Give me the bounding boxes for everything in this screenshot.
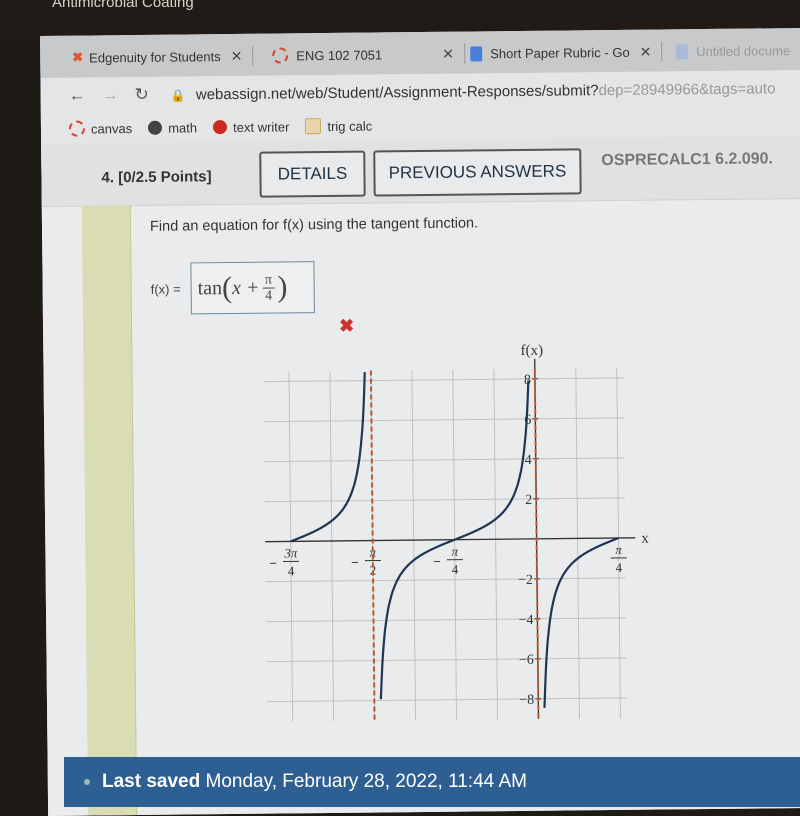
bookmark-text-writer[interactable]: text writer bbox=[213, 119, 289, 135]
question-prompt: Find an equation for f(x) using the tang… bbox=[150, 215, 478, 234]
tangent-graph: xf(x)−8−6−4−224683π4−π2−π4−π4 bbox=[223, 317, 668, 762]
question-content: 4. [0/2.5 Points] DETAILS PREVIOUS ANSWE… bbox=[41, 136, 800, 816]
close-icon[interactable]: ✕ bbox=[231, 47, 243, 64]
reload-icon[interactable]: ↻ bbox=[135, 85, 149, 105]
grid-line-horizontal bbox=[264, 418, 624, 422]
answer-input[interactable]: tan(x + π4) bbox=[190, 261, 315, 314]
x-tick-denominator: 4 bbox=[615, 560, 622, 575]
y-axis-label: f(x) bbox=[521, 343, 544, 359]
tab-separator bbox=[661, 41, 662, 61]
close-icon[interactable]: ✕ bbox=[442, 45, 454, 62]
globe-icon bbox=[148, 121, 162, 135]
tab-label: Edgenuity for Students bbox=[89, 49, 221, 65]
tab-separator bbox=[252, 46, 253, 66]
bookmark-label: trig calc bbox=[327, 118, 372, 133]
grid-line-horizontal bbox=[266, 578, 626, 582]
answer-row: f(x) = tan(x + π4) bbox=[150, 261, 315, 315]
previous-answers-button[interactable]: PREVIOUS ANSWERS bbox=[373, 148, 581, 196]
x-tick-numerator: π bbox=[451, 544, 458, 559]
canvas-icon bbox=[69, 121, 85, 137]
canvas-icon bbox=[272, 47, 288, 63]
answer-label: f(x) = bbox=[151, 281, 181, 296]
grid-line-horizontal bbox=[265, 498, 625, 502]
x-tick-minus: − bbox=[351, 555, 359, 570]
bookmark-label: math bbox=[168, 120, 197, 135]
google-docs-icon bbox=[676, 44, 688, 59]
x-axis-label: x bbox=[641, 531, 649, 547]
tab-edgenuity[interactable]: ✖ Edgenuity for Students ✕ bbox=[72, 44, 253, 70]
grid-line-vertical bbox=[576, 368, 580, 718]
bookmark-canvas[interactable]: canvas bbox=[69, 120, 132, 137]
y-tick-label: −2 bbox=[518, 573, 533, 588]
url-field[interactable]: 🔒 webassign.net/web/Student/Assignment-Re… bbox=[171, 80, 776, 103]
y-tick-label: −8 bbox=[519, 693, 534, 708]
details-button[interactable]: DETAILS bbox=[259, 151, 365, 198]
grid-line-vertical bbox=[330, 371, 334, 721]
fraction-denominator: 4 bbox=[265, 288, 272, 303]
grid-line-vertical bbox=[412, 370, 416, 720]
x-tick-denominator: 4 bbox=[288, 563, 295, 578]
question-code: OSPRECALC1 6.2.090. bbox=[601, 150, 773, 170]
x-tick-minus: − bbox=[269, 556, 277, 571]
grid-line-horizontal bbox=[267, 698, 627, 702]
x-tick-denominator: 4 bbox=[452, 562, 459, 577]
y-tick-label: −4 bbox=[518, 613, 533, 628]
url-params: dep=28949966&tags=auto bbox=[598, 80, 775, 99]
tab-untitled-document[interactable]: Untitled docume bbox=[676, 38, 790, 63]
last-saved-bar: Last saved Monday, February 28, 2022, 11… bbox=[64, 757, 800, 807]
close-icon[interactable]: ✕ bbox=[640, 43, 652, 60]
x-tick-minus: − bbox=[433, 554, 441, 569]
url-main: webassign.net/web/Student/Assignment-Res… bbox=[196, 82, 599, 103]
bookmark-label: canvas bbox=[91, 121, 132, 136]
question-number: 4. [0/2.5 Points] bbox=[101, 168, 211, 186]
tab-label: Short Paper Rubric - Go bbox=[490, 44, 630, 60]
status-dot bbox=[84, 779, 90, 785]
tangent-curve-branch bbox=[289, 372, 366, 541]
edgenuity-icon: ✖ bbox=[72, 50, 83, 66]
forward-icon[interactable]: → bbox=[102, 85, 119, 105]
tab-separator bbox=[464, 44, 465, 64]
calculator-icon bbox=[305, 118, 321, 134]
last-saved-label: Last saved bbox=[102, 771, 200, 793]
browser-window: ✖ Edgenuity for Students ✕ ENG 102 7051 … bbox=[40, 28, 800, 816]
bookmark-math[interactable]: math bbox=[148, 120, 197, 136]
x-tick-numerator: 3π bbox=[283, 545, 298, 560]
tab-eng102[interactable]: ENG 102 7051 ✕ bbox=[272, 42, 465, 68]
tab-short-paper-rubric[interactable]: Short Paper Rubric - Go ✕ bbox=[470, 39, 662, 65]
answer-x: x + bbox=[232, 276, 260, 299]
fraction-numerator: π bbox=[265, 272, 272, 287]
tangent-curve-branch bbox=[543, 538, 621, 708]
tab-label: Untitled docume bbox=[696, 43, 790, 59]
grid-line-horizontal bbox=[264, 458, 624, 462]
answer-fraction: π4 bbox=[262, 272, 274, 303]
question-header: 4. [0/2.5 Points] DETAILS PREVIOUS ANSWE… bbox=[41, 136, 800, 207]
grid-line-horizontal bbox=[267, 658, 627, 662]
red-circle-icon bbox=[213, 120, 227, 134]
tab-label: ENG 102 7051 bbox=[296, 47, 382, 63]
question-sidebar-strip bbox=[82, 205, 137, 815]
answer-tan: tan bbox=[198, 277, 223, 300]
grid-line-vertical bbox=[494, 369, 498, 719]
grid-line-horizontal bbox=[264, 378, 624, 382]
back-icon[interactable]: ← bbox=[69, 86, 86, 106]
last-saved-value: Monday, February 28, 2022, 11:44 AM bbox=[206, 771, 527, 793]
grid-line-horizontal bbox=[266, 618, 626, 622]
background-text: Antimicrobial Coating bbox=[52, 0, 194, 11]
y-tick-label: −6 bbox=[519, 653, 534, 668]
lock-icon: 🔒 bbox=[171, 88, 186, 102]
bookmark-label: text writer bbox=[233, 119, 289, 135]
paren-close: ) bbox=[277, 270, 287, 304]
bookmark-trig-calc[interactable]: trig calc bbox=[305, 118, 372, 135]
y-tick-label: 4 bbox=[525, 453, 532, 468]
google-docs-icon bbox=[470, 46, 482, 61]
x-tick-numerator: π bbox=[615, 542, 622, 557]
y-tick-label: 2 bbox=[525, 493, 532, 508]
